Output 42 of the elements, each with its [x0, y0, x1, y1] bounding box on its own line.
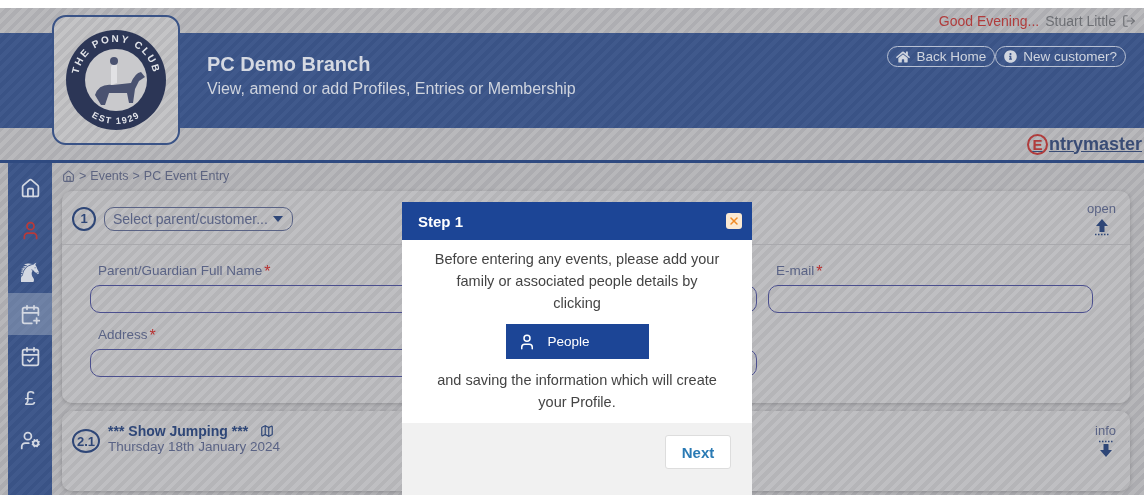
customer-select[interactable]: Select parent/customer...	[104, 206, 293, 231]
input-field[interactable]	[768, 285, 1093, 313]
next-button[interactable]: Next	[665, 435, 731, 469]
home-icon[interactable]	[19, 177, 41, 199]
info-icon	[1004, 50, 1018, 63]
brand-logo: E ntrymaster	[1026, 133, 1142, 155]
people-button[interactable]: People	[505, 324, 649, 359]
greeting-text: Good Evening...	[938, 12, 1040, 29]
breadcrumb-separator: >	[132, 169, 140, 183]
up-arrow-icon	[1093, 218, 1110, 236]
calendar-icon[interactable]	[19, 345, 41, 367]
home-icon	[896, 49, 911, 64]
horse-head-icon[interactable]	[19, 261, 41, 283]
map-icon[interactable]	[260, 424, 275, 438]
branch-subtitle: View, amend or add Profiles, Entries or Membership	[207, 80, 577, 98]
step-number: 1	[72, 206, 96, 231]
breadcrumb-link[interactable]: PC Event Entry	[143, 169, 230, 183]
event-title: *** Show Jumping ***	[108, 423, 249, 439]
field-label: Address*	[97, 327, 156, 345]
user-settings-icon[interactable]	[19, 429, 41, 451]
dialog-text: and saving the information which will create your Profile.	[436, 371, 718, 412]
sidebar-item[interactable]: £	[8, 377, 52, 419]
breadcrumb-separator: >	[79, 169, 87, 183]
down-arrow-icon	[1097, 440, 1114, 458]
event-date: Thursday 18th January 2024	[108, 439, 280, 454]
dialog-title: Step 1	[418, 212, 463, 230]
field-label: Parent/Guardian Full Name*	[97, 263, 271, 281]
section-number: 2.1	[72, 429, 101, 453]
dialog-text: Before entering any events, please add your family or associated people details by clicking	[433, 250, 721, 313]
field-label: E-mail*	[775, 263, 823, 281]
sidebar-item[interactable]	[8, 293, 52, 335]
user-name: Stuart Little	[1045, 12, 1116, 29]
open-link[interactable]: open	[1087, 201, 1116, 216]
calendar-add-icon[interactable]	[19, 303, 41, 325]
logo-text: EST 1929	[90, 109, 142, 127]
branch-title: PC Demo Branch	[207, 53, 372, 76]
breadcrumb-link[interactable]: Events	[90, 169, 129, 183]
caret-icon	[271, 214, 284, 223]
info-link[interactable]: info	[1095, 423, 1116, 438]
pound-link[interactable]: £	[24, 386, 36, 410]
home-icon[interactable]	[62, 169, 75, 183]
close-icon	[728, 215, 740, 227]
